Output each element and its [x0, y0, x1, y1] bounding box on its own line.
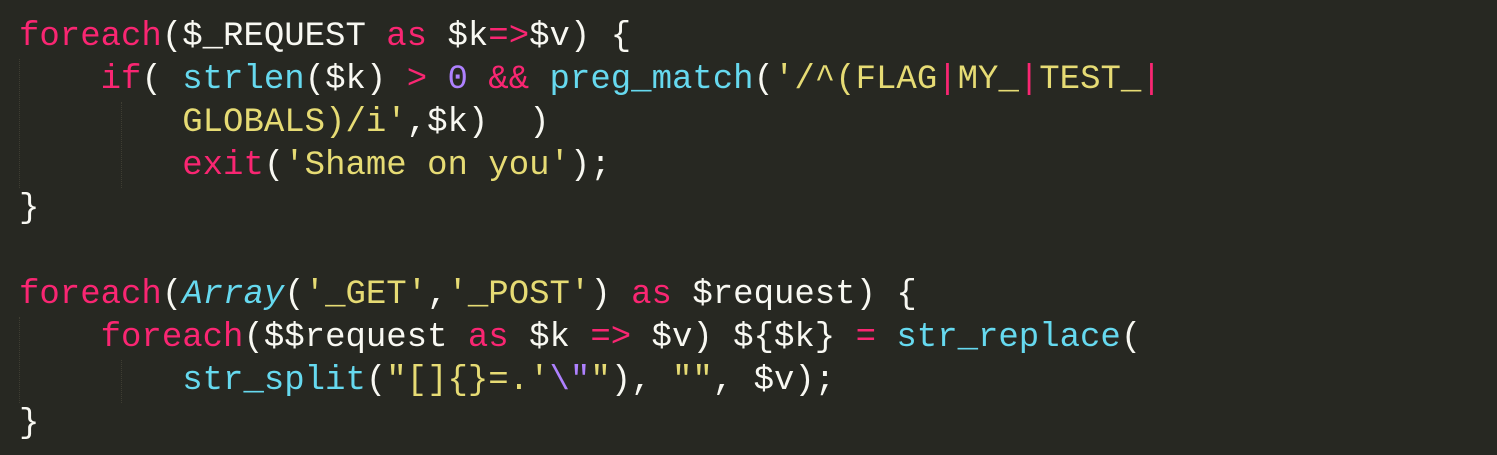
code-token: ) — [590, 276, 632, 314]
code-line: exit('Shame on you'); — [19, 145, 611, 188]
code-token: str_split — [182, 362, 366, 400]
code-token: | — [937, 61, 958, 99]
code-token: if — [100, 61, 142, 99]
code-token: foreach — [100, 319, 244, 357]
code-token: as — [631, 276, 672, 314]
code-token: MY_ — [957, 61, 1019, 99]
code-token: ), — [610, 362, 672, 400]
code-token: GLOBALS)/i' — [182, 104, 407, 142]
code-token: ( — [141, 61, 183, 99]
code-token: foreach — [19, 18, 162, 56]
code-line: if( strlen($k) > 0 && preg_match('/^(FLA… — [19, 59, 1162, 102]
code-token: ( — [284, 276, 305, 314]
code-token: TEST_ — [1039, 61, 1142, 99]
code-token: | — [1141, 61, 1162, 99]
code-token: strlen — [182, 61, 305, 99]
code-line: str_split("[]{}=.'\""), "", $v); — [19, 360, 835, 403]
code-token: , — [427, 276, 448, 314]
code-token: && — [488, 61, 530, 99]
code-token: } — [19, 190, 40, 228]
code-token: => — [488, 18, 530, 56]
code-token: '/^(FLAG — [774, 61, 938, 99]
code-token: "[]{}=.' — [386, 362, 550, 400]
code-line: foreach(Array('_GET','_POST') as $reques… — [19, 274, 917, 317]
code-token: Array — [182, 276, 285, 314]
code-token: ( — [1120, 319, 1142, 357]
code-line: foreach($_REQUEST as $k=>$v) { — [19, 16, 631, 59]
code-token: '_GET' — [304, 276, 428, 314]
code-token: ( — [263, 147, 285, 185]
code-token: = — [855, 319, 876, 357]
code-token: => — [590, 319, 632, 357]
code-token: > — [406, 61, 428, 99]
code-line: GLOBALS)/i',$k) ) — [19, 102, 550, 145]
code-token: ,$k) ) — [406, 104, 550, 142]
code-token: 0 — [447, 61, 468, 99]
code-line: foreach($$request as $k => $v) ${$k} = s… — [19, 317, 1142, 360]
code-token: $v) ${$k} — [631, 319, 856, 357]
code-token: str_replace — [896, 319, 1121, 357]
code-token: $v) { — [529, 18, 632, 56]
code-line: } — [19, 403, 39, 446]
code-token: as — [386, 18, 428, 56]
code-token: '_POST' — [447, 276, 591, 314]
code-token: $k — [508, 319, 591, 357]
code-token: ( — [753, 61, 774, 99]
code-token: } — [19, 405, 40, 443]
code-token: | — [1018, 61, 1040, 99]
code-token: ( — [365, 362, 387, 400]
code-token: as — [467, 319, 509, 357]
code-token: ( — [161, 276, 183, 314]
code-token: "" — [671, 362, 713, 400]
code-token: preg_match — [549, 61, 754, 99]
code-token: \" — [549, 362, 591, 400]
code-line: } — [19, 188, 39, 231]
code-token: ($_REQUEST — [161, 18, 387, 56]
code-token: ($k) — [304, 61, 407, 99]
code-token: exit — [182, 147, 264, 185]
code-token: , $v); — [712, 362, 836, 400]
code-token: $k — [427, 18, 489, 56]
code-token: 'Shame on you' — [284, 147, 570, 185]
code-editor[interactable]: foreach($_REQUEST as $k=>$v) { if( strle… — [0, 0, 1497, 455]
code-token: foreach — [19, 276, 162, 314]
code-token: ($$request — [243, 319, 468, 357]
code-token: ); — [569, 147, 611, 185]
code-token: " — [590, 362, 611, 400]
code-token: $request) { — [671, 276, 917, 314]
